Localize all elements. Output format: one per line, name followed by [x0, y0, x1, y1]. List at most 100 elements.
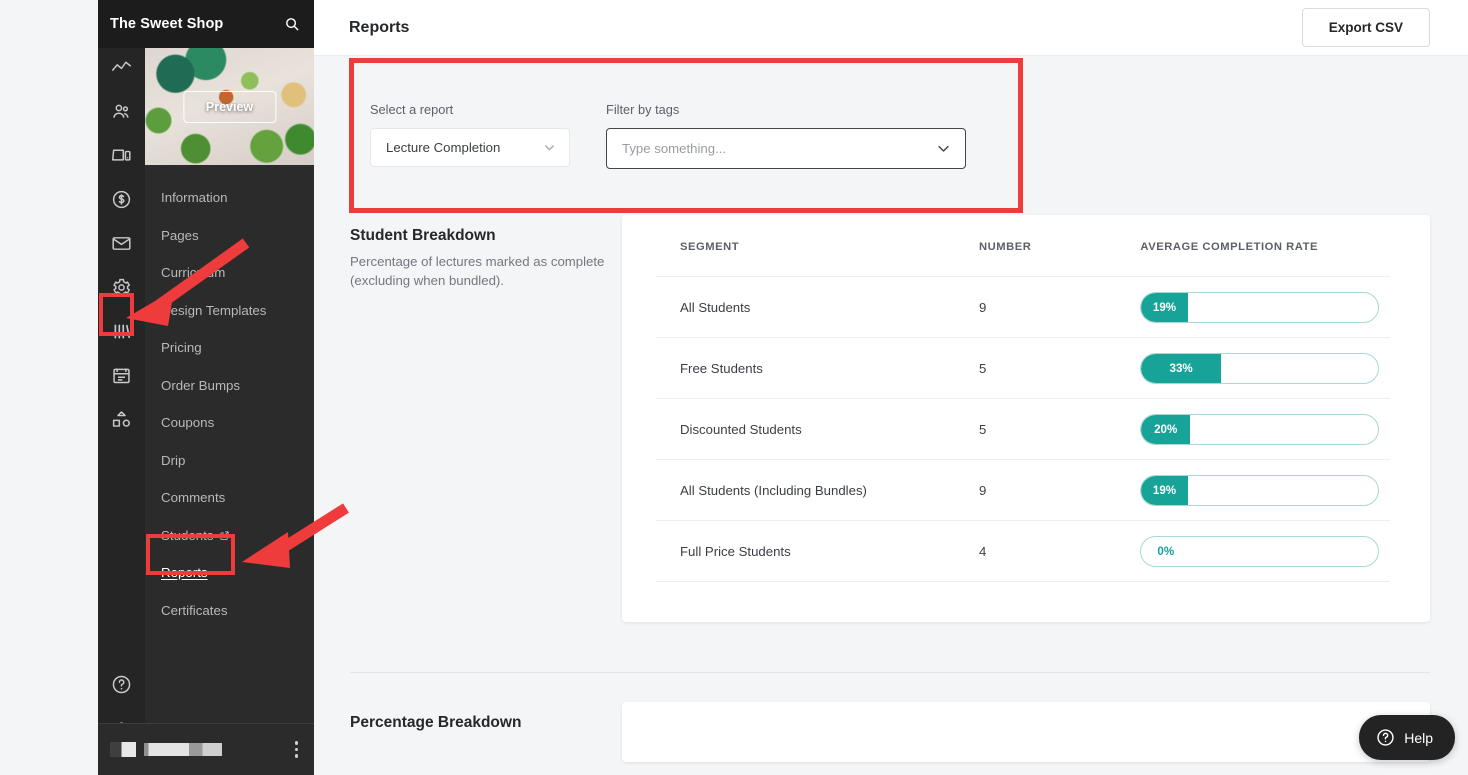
table-row: All Students (Including Bundles) 9 19% — [656, 459, 1390, 521]
external-link-icon — [219, 530, 230, 541]
content-area: Select a report Lecture Completion Filte… — [314, 58, 1468, 762]
table-header-row: SEGMENT NUMBER AVERAGE COMPLETION RATE — [656, 241, 1390, 277]
completion-bar: 20% — [1140, 413, 1380, 445]
app-root: The Sweet Shop Preview Information Pages… — [0, 0, 1468, 775]
sidebar-item-reports[interactable]: Reports — [145, 554, 314, 592]
completion-bar-fill: 20% — [1141, 414, 1190, 444]
sidebar-item-students[interactable]: Students — [145, 517, 314, 555]
section-divider — [350, 672, 1430, 673]
sidebar-item-design-templates[interactable]: Design Templates — [145, 292, 314, 330]
cell-rate: 0% — [1140, 520, 1390, 582]
percentage-breakdown-info: Percentage Breakdown — [350, 702, 622, 762]
help-circle-icon[interactable] — [103, 665, 141, 703]
cell-rate: 20% — [1140, 398, 1390, 460]
completion-bar: 33% — [1140, 352, 1380, 384]
sidebar-item-coupons[interactable]: Coupons — [145, 404, 314, 442]
account-menu-icon[interactable] — [289, 735, 305, 764]
student-breakdown-table: SEGMENT NUMBER AVERAGE COMPLETION RATE A… — [656, 241, 1390, 582]
avatar — [110, 742, 136, 757]
cell-segment: Full Price Students — [656, 520, 979, 582]
page-topbar: Reports Export CSV — [314, 0, 1468, 56]
help-circle-icon — [1377, 729, 1394, 746]
table-row: Discounted Students 5 20% — [656, 398, 1390, 460]
sidebar-item-certificates[interactable]: Certificates — [145, 592, 314, 630]
cell-number: 9 — [978, 276, 1141, 338]
sidebar-item-label: Pricing — [161, 340, 202, 356]
users-icon[interactable] — [103, 92, 141, 130]
sidebar-item-label: Certificates — [161, 602, 228, 618]
report-select[interactable]: Lecture Completion — [370, 128, 570, 167]
select-report-label: Select a report — [370, 102, 454, 117]
cell-number: 5 — [978, 398, 1141, 460]
chevron-down-icon[interactable] — [936, 141, 951, 156]
sidebar-item-curriculum[interactable]: Curriculum — [145, 254, 314, 292]
chevron-down-icon — [543, 141, 556, 154]
export-csv-button[interactable]: Export CSV — [1301, 8, 1430, 47]
sidebar-item-label: Reports — [161, 565, 208, 581]
table-row: All Students 9 19% — [656, 276, 1390, 338]
student-breakdown-info: Student Breakdown Percentage of lectures… — [350, 215, 622, 622]
sidebar-item-pages[interactable]: Pages — [145, 217, 314, 255]
sidebar-item-label: Design Templates — [161, 302, 267, 318]
tags-placeholder: Type something... — [622, 141, 727, 156]
student-breakdown-card: SEGMENT NUMBER AVERAGE COMPLETION RATE A… — [622, 215, 1430, 622]
filter-region: Select a report Lecture Completion Filte… — [349, 58, 1430, 213]
sidebar-item-label: Information — [161, 190, 228, 206]
sidebar-item-label: Drip — [161, 452, 186, 468]
cell-segment: Discounted Students — [656, 398, 979, 460]
calendar-icon[interactable] — [103, 356, 141, 394]
filter-panel: Select a report Lecture Completion Filte… — [350, 68, 1005, 208]
percentage-breakdown-section: Percentage Breakdown — [336, 702, 1430, 762]
completion-bar: 19% — [1140, 291, 1380, 323]
completion-bar-fill: 33% — [1141, 353, 1221, 383]
cell-segment: All Students — [656, 276, 979, 338]
column-header-number: NUMBER — [978, 241, 1032, 253]
sidebar-item-label: Comments — [161, 490, 226, 506]
select-report-group: Select a report Lecture Completion — [370, 102, 570, 208]
cell-segment: Free Students — [656, 337, 979, 399]
report-select-value: Lecture Completion — [386, 140, 501, 155]
main-content: Reports Export CSV Select a report Lectu… — [314, 0, 1468, 775]
library-icon[interactable] — [103, 312, 141, 350]
sidebar-item-label: Coupons — [161, 415, 215, 431]
cell-number: 5 — [978, 337, 1141, 399]
search-icon[interactable] — [284, 16, 300, 32]
section-title: Percentage Breakdown — [350, 714, 522, 731]
sidebar-item-label: Students — [161, 527, 214, 543]
sidebar-item-label: Pages — [161, 227, 199, 243]
sidebar-item-order-bumps[interactable]: Order Bumps — [145, 367, 314, 405]
account-footer — [98, 723, 314, 775]
icon-rail — [98, 0, 145, 775]
help-label: Help — [1404, 729, 1433, 746]
preview-button[interactable]: Preview — [182, 90, 277, 123]
account-info[interactable] — [98, 742, 222, 757]
percentage-breakdown-card — [622, 702, 1430, 762]
community-icon[interactable] — [103, 400, 141, 438]
settings-icon[interactable] — [103, 268, 141, 306]
column-header-segment: SEGMENT — [680, 241, 740, 253]
payments-icon[interactable] — [103, 180, 141, 218]
completion-bar-fill: 19% — [1141, 475, 1188, 505]
completion-bar-fill: 19% — [1141, 292, 1188, 322]
tags-input[interactable]: Type something... — [606, 128, 966, 169]
table-row: Free Students 5 33% — [656, 337, 1390, 399]
completion-bar: 19% — [1140, 474, 1380, 506]
site-icon[interactable] — [103, 136, 141, 174]
sidebar-item-comments[interactable]: Comments — [145, 479, 314, 517]
filter-tags-group: Filter by tags Type something... — [606, 102, 966, 208]
cell-rate: 33% — [1140, 337, 1390, 399]
sidebar-item-label: Curriculum — [161, 265, 226, 281]
cell-rate: 19% — [1140, 459, 1390, 521]
course-thumbnail: Preview — [145, 48, 314, 165]
sidebar-item-information[interactable]: Information — [145, 179, 314, 217]
sidebar-item-pricing[interactable]: Pricing — [145, 329, 314, 367]
analytics-icon[interactable] — [103, 48, 141, 86]
help-button[interactable]: Help — [1359, 715, 1455, 760]
completion-bar-label: 0% — [1157, 544, 1175, 558]
email-icon[interactable] — [103, 224, 141, 262]
cell-number: 9 — [978, 459, 1141, 521]
completion-bar: 0% — [1140, 535, 1380, 567]
filter-tags-label: Filter by tags — [606, 102, 680, 117]
sidebar-item-drip[interactable]: Drip — [145, 442, 314, 480]
sidebar-item-label: Order Bumps — [161, 377, 241, 393]
